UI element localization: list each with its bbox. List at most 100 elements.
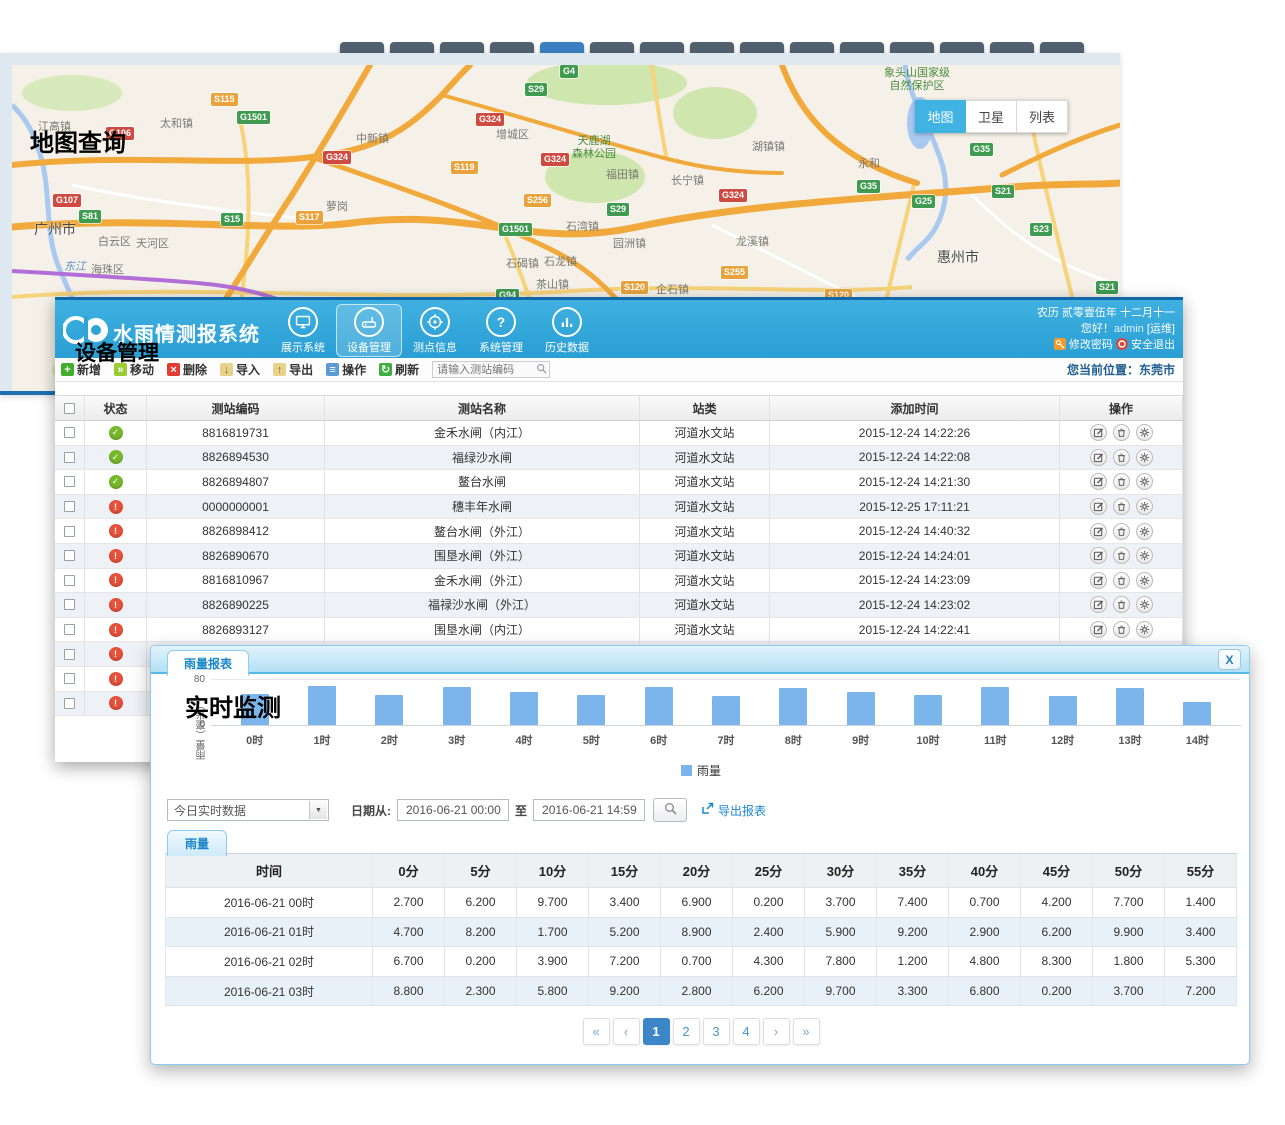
- page-button-2[interactable]: 2: [673, 1018, 700, 1045]
- x-tick-label: 7时: [693, 732, 759, 748]
- toolbar-refresh-button[interactable]: ↻刷新: [379, 361, 419, 378]
- row-checkbox[interactable]: [64, 452, 75, 463]
- nav-item-设备管理[interactable]: 设备管理: [336, 304, 402, 357]
- settings-button[interactable]: [1136, 547, 1153, 564]
- edit-button[interactable]: [1090, 547, 1107, 564]
- table-row: !8826890225福禄沙水闸（外江）河道水文站2015-12-24 14:2…: [55, 593, 1183, 618]
- pager-arrow-button[interactable]: ‹: [613, 1018, 640, 1045]
- column-header: 测站名称: [325, 396, 640, 420]
- map-label-town: 海珠区: [91, 264, 124, 277]
- bar-4时: [510, 692, 538, 725]
- nav-item-历史数据[interactable]: 历史数据: [534, 304, 600, 357]
- nav-label: 历史数据: [545, 339, 589, 355]
- road-badge: G4: [560, 65, 578, 78]
- delete-button[interactable]: [1113, 547, 1130, 564]
- delete-button[interactable]: [1113, 424, 1130, 441]
- settings-button[interactable]: [1136, 473, 1153, 490]
- settings-button[interactable]: [1136, 596, 1153, 613]
- row-checkbox[interactable]: [64, 698, 75, 709]
- delete-button[interactable]: [1113, 572, 1130, 589]
- pager-arrow-button[interactable]: «: [583, 1018, 610, 1045]
- settings-button[interactable]: [1136, 523, 1153, 540]
- actions-cell: [1060, 446, 1183, 470]
- row-select: [55, 642, 85, 666]
- page-button-3[interactable]: 3: [703, 1018, 730, 1045]
- toolbar-operate-button[interactable]: ≡操作: [326, 361, 366, 378]
- page-button-4[interactable]: 4: [733, 1018, 760, 1045]
- nav-item-测点信息[interactable]: 测点信息: [402, 304, 468, 357]
- edit-button[interactable]: [1090, 449, 1107, 466]
- row-checkbox[interactable]: [64, 673, 75, 684]
- date-from-input[interactable]: [397, 799, 509, 821]
- road-badge: G25: [912, 195, 935, 208]
- cell-hour: 2016-06-21 01时: [165, 918, 373, 947]
- edit-button[interactable]: [1090, 572, 1107, 589]
- date-to-input[interactable]: [533, 799, 645, 821]
- pager-arrow-button[interactable]: »: [793, 1018, 820, 1045]
- logout-link[interactable]: 安全退出: [1131, 339, 1175, 351]
- pager-arrow-button[interactable]: ›: [763, 1018, 790, 1045]
- chart-search-button[interactable]: [653, 798, 687, 822]
- status-ok-icon: ✓: [109, 426, 123, 440]
- edit-button[interactable]: [1090, 523, 1107, 540]
- data-mode-select[interactable]: 今日实时数据 ▼: [167, 799, 329, 821]
- close-icon[interactable]: X: [1218, 649, 1241, 670]
- row-checkbox[interactable]: [64, 501, 75, 512]
- settings-button[interactable]: [1136, 498, 1153, 515]
- edit-button[interactable]: [1090, 596, 1107, 613]
- row-checkbox[interactable]: [64, 476, 75, 487]
- export-report-link[interactable]: 导出报表: [701, 802, 766, 819]
- row-checkbox[interactable]: [64, 526, 75, 537]
- tab-rainfall[interactable]: 雨量: [167, 830, 227, 856]
- row-checkbox[interactable]: [64, 599, 75, 610]
- delete-button[interactable]: [1113, 523, 1130, 540]
- delete-button[interactable]: [1113, 473, 1130, 490]
- map-label-river: 东江: [64, 261, 86, 274]
- station-search-input[interactable]: [432, 361, 550, 378]
- edit-button[interactable]: [1090, 424, 1107, 441]
- nav-item-展示系统[interactable]: 展示系统: [270, 304, 336, 357]
- map-control-button[interactable]: 卫星: [966, 100, 1017, 133]
- edit-button[interactable]: [1090, 498, 1107, 515]
- settings-button[interactable]: [1136, 572, 1153, 589]
- map-label-town: 湖镇镇: [752, 141, 785, 154]
- row-checkbox[interactable]: [64, 427, 75, 438]
- edit-button[interactable]: [1090, 473, 1107, 490]
- row-checkbox[interactable]: [64, 575, 75, 586]
- row-checkbox[interactable]: [64, 624, 75, 635]
- y-tick-max: 80: [181, 674, 205, 685]
- tab-rainfall-report[interactable]: 雨量报表: [167, 650, 249, 676]
- row-checkbox[interactable]: [64, 550, 75, 561]
- bar-1时: [308, 686, 336, 725]
- toolbar-import-button[interactable]: ↓导入: [220, 361, 260, 378]
- row-select: [55, 593, 85, 617]
- change-password-link[interactable]: 修改密码: [1069, 339, 1113, 351]
- toolbar-delete-button[interactable]: ×删除: [167, 361, 207, 378]
- header-select-all: [55, 396, 85, 420]
- map-control-active[interactable]: 地图: [915, 100, 966, 133]
- status-cell: !: [85, 544, 147, 568]
- x-tick-label: 9时: [828, 732, 894, 748]
- map-label-town: 园洲镇: [613, 238, 646, 251]
- bar-9时: [847, 692, 875, 725]
- select-all-checkbox[interactable]: [64, 403, 75, 414]
- delete-button[interactable]: [1113, 621, 1130, 638]
- cell-value: 2.900: [949, 918, 1021, 947]
- nav-item-系统管理[interactable]: ?系统管理: [468, 304, 534, 357]
- row-checkbox[interactable]: [64, 649, 75, 660]
- delete-button[interactable]: [1113, 449, 1130, 466]
- delete-button[interactable]: [1113, 596, 1130, 613]
- road-badge: G324: [323, 151, 351, 164]
- map-control-button[interactable]: 列表: [1017, 100, 1068, 133]
- road-badge: S119: [451, 161, 478, 174]
- actions-cell: [1060, 569, 1183, 593]
- toolbar-export-button[interactable]: ↑导出: [273, 361, 313, 378]
- settings-button[interactable]: [1136, 424, 1153, 441]
- nav-label: 展示系统: [281, 339, 325, 355]
- delete-button[interactable]: [1113, 498, 1130, 515]
- page-button-1[interactable]: 1: [643, 1018, 670, 1045]
- edit-button[interactable]: [1090, 621, 1107, 638]
- settings-button[interactable]: [1136, 621, 1153, 638]
- cell-code: 8816810967: [147, 569, 325, 593]
- settings-button[interactable]: [1136, 449, 1153, 466]
